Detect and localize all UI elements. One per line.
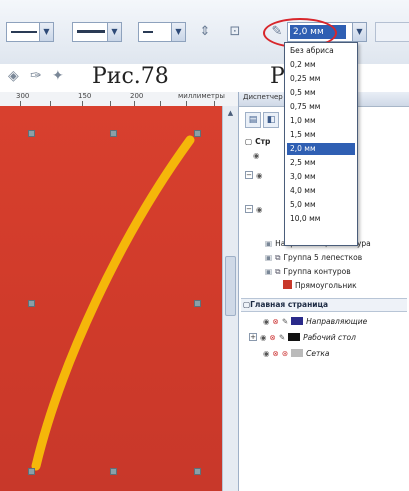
selection-handle[interactable] <box>194 130 201 137</box>
horizontal-ruler: 300 150 200 миллиметры <box>0 92 238 107</box>
dropdown-option[interactable]: 5,0 мм <box>287 199 355 211</box>
expand-icon[interactable]: + <box>249 333 257 341</box>
interactive-fill-icon[interactable]: ✦ <box>52 68 64 84</box>
rectangle-icon <box>283 280 292 289</box>
collapse-icon[interactable]: − <box>245 205 253 213</box>
tree-master-item[interactable]: ◉ ⊗ ✎ Направляющие <box>263 316 367 328</box>
tree-master-item-label: Сетка <box>306 349 330 358</box>
tree-master-item[interactable]: + ◉ ⊗ ✎ Рабочий стол <box>249 332 356 344</box>
print-icon[interactable]: ⊗ <box>273 348 279 360</box>
group-icon: ⧉ <box>275 267 281 276</box>
selection-handle[interactable] <box>28 300 35 307</box>
tree-master-item-label: Рабочий стол <box>303 333 356 342</box>
tree-master-item-label: Направляющие <box>306 317 368 326</box>
pencil-icon[interactable]: ✎ <box>282 316 288 328</box>
outline-start-arrow-combo[interactable]: ▼ <box>6 22 54 42</box>
eyedropper-icon[interactable]: ✑ <box>30 68 42 84</box>
dropdown-option[interactable]: 1,0 мм <box>287 115 355 127</box>
object-icon: ▣ <box>265 239 273 248</box>
object-icon: ▣ <box>265 267 273 276</box>
page-icon: ▢ <box>245 137 253 146</box>
curve-drawing <box>31 135 195 471</box>
line-sample <box>11 31 37 33</box>
eye-icon[interactable]: ◉ <box>253 150 260 162</box>
tree-page1-label: Стр <box>255 137 271 146</box>
outline-end-arrow-combo[interactable]: ▼ <box>138 22 186 42</box>
color-swatch <box>291 349 304 357</box>
chevron-down-icon[interactable]: ▼ <box>352 23 366 41</box>
chevron-down-icon[interactable]: ▼ <box>171 23 185 41</box>
line-sample <box>77 30 105 33</box>
selection-handle[interactable] <box>28 468 35 475</box>
tree-item[interactable]: ▣ ⧉ Группа 5 лепестков <box>265 252 362 264</box>
toolbar-overflow[interactable] <box>375 22 409 42</box>
dropdown-option[interactable]: 10,0 мм <box>287 213 355 225</box>
eye-icon[interactable]: ◉ <box>256 170 263 182</box>
tree-master-item[interactable]: ◉ ⊗ ⊛ Сетка <box>263 348 330 360</box>
ruler-units: миллиметры <box>178 92 225 100</box>
tree-layer-row[interactable]: ◉ <box>253 150 263 162</box>
dropdown-option[interactable]: 0,5 мм <box>287 87 355 99</box>
color-swatch <box>288 333 301 341</box>
tree-item[interactable]: Прямоугольник <box>283 280 357 292</box>
tree-layer-row[interactable]: − ◉ <box>245 204 266 216</box>
chevron-down-icon[interactable]: ▼ <box>39 23 53 41</box>
dropdown-option[interactable]: 1,5 мм <box>287 129 355 141</box>
group-icon: ⧉ <box>275 253 281 262</box>
yellow-curve[interactable] <box>31 135 195 471</box>
dropdown-option[interactable]: 0,25 мм <box>287 73 355 85</box>
dropdown-option[interactable]: 4,0 мм <box>287 185 355 197</box>
fill-bucket-icon[interactable]: ◈ <box>8 68 19 84</box>
color-swatch <box>291 317 304 325</box>
eye-icon[interactable]: ◉ <box>263 316 270 328</box>
lock-icon[interactable]: ⊛ <box>282 348 288 360</box>
chevron-down-icon[interactable]: ▼ <box>107 23 121 41</box>
tree-page1[interactable]: ▢ Стр <box>245 136 270 148</box>
outline-style-combo[interactable]: ▼ <box>72 22 122 42</box>
selection-handle[interactable] <box>28 130 35 137</box>
ruler-label: 200 <box>130 92 144 100</box>
vertical-scrollbar[interactable]: ▲ <box>222 106 238 491</box>
line-sample <box>143 31 153 33</box>
chevron-up-icon[interactable]: ▲ <box>225 108 236 118</box>
dropdown-option-selected[interactable]: 2,0 мм <box>287 143 355 155</box>
dropdown-option[interactable]: 3,0 мм <box>287 171 355 183</box>
tree-item-label: Группа 5 лепестков <box>283 253 363 262</box>
tree-item-label: Группа контуров <box>283 267 351 276</box>
outline-width-dropdown[interactable]: Без абриса 0,2 мм 0,25 мм 0,5 мм 0,75 мм… <box>284 42 358 246</box>
selection-handle[interactable] <box>110 468 117 475</box>
tree-item-label: Прямоугольник <box>295 281 357 290</box>
collapse-icon[interactable]: − <box>245 171 253 179</box>
wrap-text-icon[interactable]: ⊡ <box>226 22 244 42</box>
eye-icon[interactable]: ◉ <box>263 348 270 360</box>
layer-view-icon[interactable]: ▤ <box>245 112 261 128</box>
ruler-label: 300 <box>16 92 30 100</box>
dropdown-option[interactable]: 2,5 мм <box>287 157 355 169</box>
eye-icon[interactable]: ◉ <box>260 332 267 344</box>
eye-icon[interactable]: ◉ <box>256 204 263 216</box>
print-icon[interactable]: ⊗ <box>273 316 279 328</box>
tree-master-page[interactable]: ▢Главная страница <box>241 298 407 312</box>
layer-manager-icon[interactable]: ◧ <box>263 112 279 128</box>
drawing-canvas[interactable] <box>0 106 222 491</box>
figure-caption-78: Рис.78 <box>92 64 169 89</box>
tree-layer-row[interactable]: − ◉ <box>245 170 266 182</box>
dropdown-option[interactable]: 0,2 мм <box>287 59 355 71</box>
tree-item[interactable]: ▣ ⧉ Группа контуров <box>265 266 351 278</box>
selection-handle[interactable] <box>110 130 117 137</box>
mirror-icon[interactable]: ⇕ <box>196 22 214 42</box>
selection-handle[interactable] <box>194 300 201 307</box>
pencil-icon[interactable]: ✎ <box>279 332 285 344</box>
selection-handle[interactable] <box>194 468 201 475</box>
object-icon: ▣ <box>265 253 273 262</box>
tree-master-page-label: Главная страница <box>250 300 329 309</box>
scrollbar-thumb[interactable] <box>225 256 236 316</box>
print-icon[interactable]: ⊗ <box>270 332 276 344</box>
ruler-label: 150 <box>78 92 92 100</box>
dropdown-option[interactable]: Без абриса <box>287 45 355 57</box>
dropdown-option[interactable]: 0,75 мм <box>287 101 355 113</box>
